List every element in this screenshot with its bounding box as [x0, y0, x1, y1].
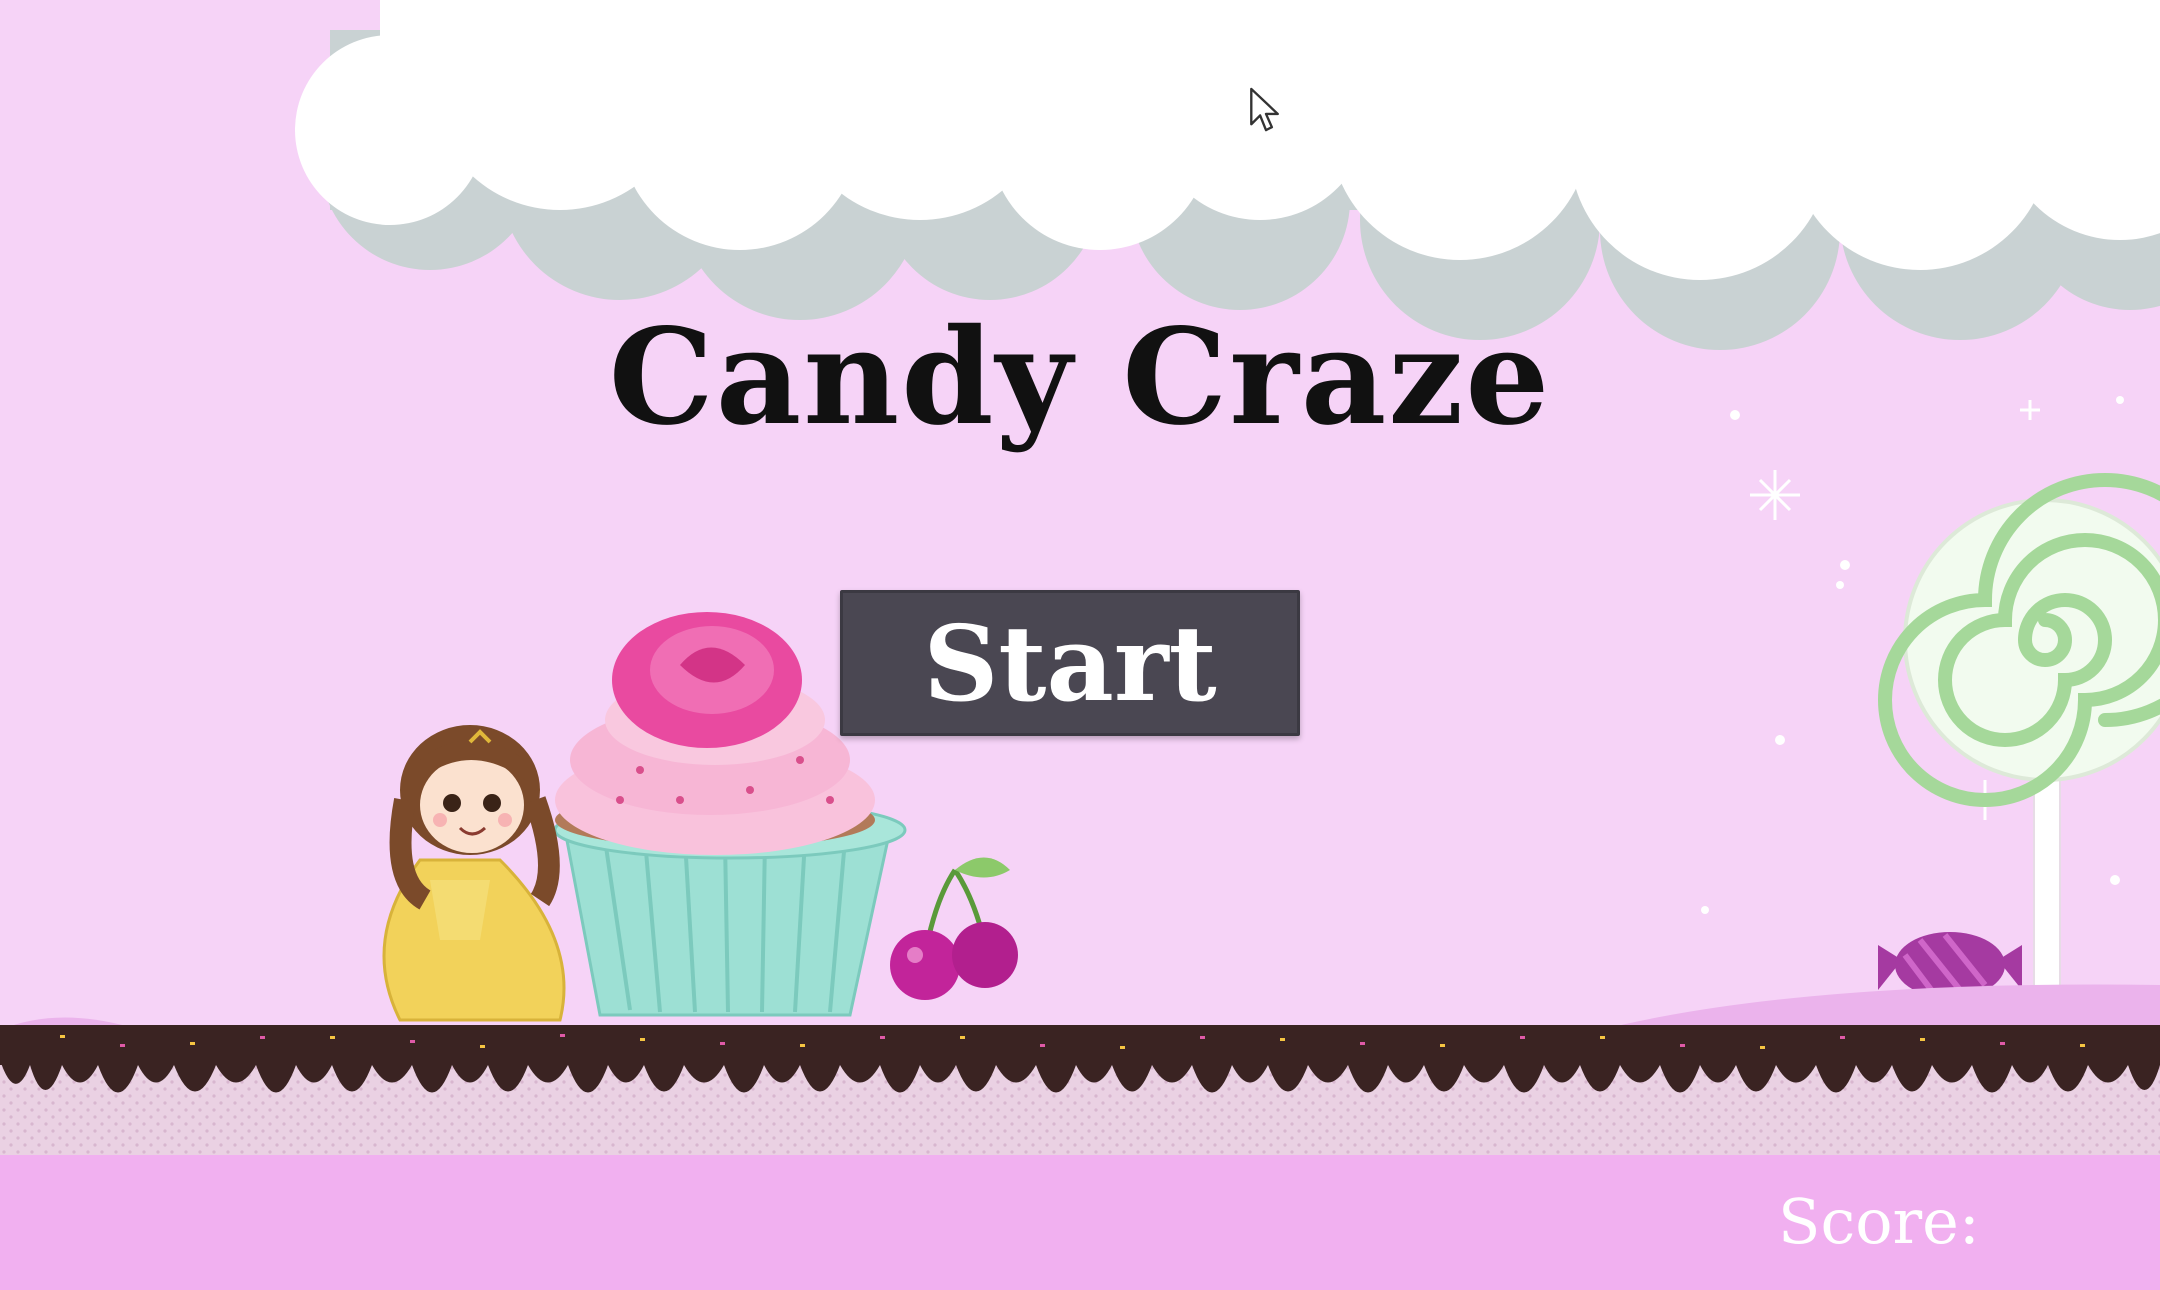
- mouse-pointer-icon: [1250, 87, 1279, 132]
- chocolate-ground: [0, 1025, 2160, 1155]
- game-title: Candy Craze: [608, 300, 1552, 455]
- start-button[interactable]: Start: [840, 590, 1300, 736]
- score-label: Score:: [1778, 1185, 1980, 1258]
